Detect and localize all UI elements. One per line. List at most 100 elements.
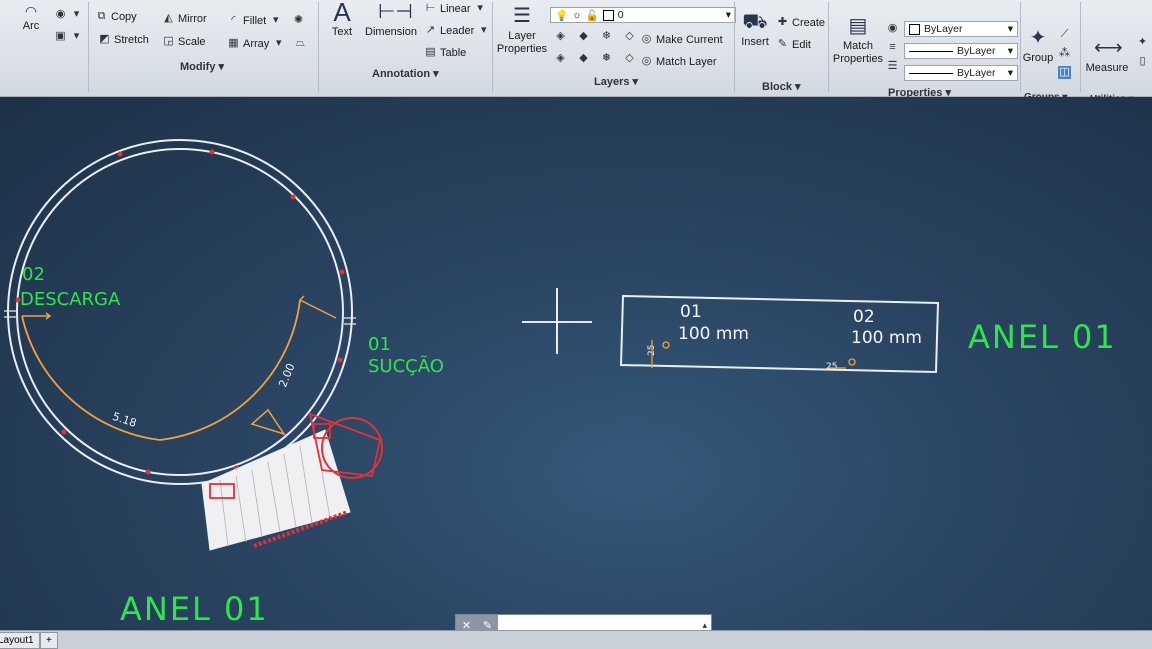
dropdown-icon: ▾ [477, 2, 483, 14]
array-icon: ▦ [228, 37, 239, 49]
label-02-number[interactable]: 02 [22, 264, 45, 285]
measure-icon: ⟷ [1094, 37, 1123, 59]
scale-button[interactable]: ◲ Scale [162, 35, 205, 48]
arc-icon: ◠ [24, 3, 38, 19]
separator [734, 2, 735, 92]
layer-freeze-icon[interactable]: ❄ [600, 30, 613, 43]
layers-stack-icon: ☰ [513, 5, 531, 27]
dimension-button[interactable]: ⊢⊣ Dimension [362, 0, 420, 38]
explode-icon: ✺ [293, 14, 304, 26]
box-02-value[interactable]: 100 mm [851, 328, 922, 348]
explode-button[interactable]: ✺ [292, 14, 305, 27]
drawing-canvas[interactable]: 02 DESCARGA 01 SUCÇÃO 2.00 5.18 01 100 m… [0, 97, 1152, 632]
leader-icon: ↗ [425, 24, 436, 36]
label-descarga[interactable]: DESCARGA [20, 289, 121, 310]
copy-button[interactable]: ⧉ Copy [95, 10, 137, 23]
rectangle-icon: ▣ [55, 30, 66, 42]
group-edit-icon[interactable]: ⁂ [1058, 47, 1071, 60]
drawing-svg[interactable]: 02 DESCARGA 01 SUCÇÃO 2.00 5.18 01 100 m… [0, 97, 1152, 632]
ungroup-icon[interactable]: ⟋ [1058, 28, 1071, 41]
mirror-icon: ◭ [164, 12, 173, 24]
layers-group-label[interactable]: Layers ▾ [594, 75, 638, 88]
tab-layout1[interactable]: Layout1 [0, 632, 40, 649]
layer-merge-icon[interactable]: ◆ [577, 52, 590, 65]
layer-properties-button[interactable]: ☰ Layer Properties [496, 4, 548, 56]
table-button[interactable]: ▤ Table [424, 46, 466, 59]
ring-outer-circle[interactable] [7, 139, 353, 485]
descarga-arc[interactable] [21, 315, 161, 441]
layer-tools-row-1: ◈ ◆ ❄ ◇ [554, 30, 636, 43]
lineweight-icon: ☰ [887, 60, 898, 72]
match-properties-button[interactable]: ▤ Match Properties [832, 14, 884, 66]
stretch-button[interactable]: ◩ Stretch [98, 33, 149, 46]
layer-off-icon[interactable]: ◈ [554, 30, 567, 43]
modify-group-label[interactable]: Modify ▾ [180, 60, 224, 73]
title-anel-bottom[interactable]: ANEL 01 [120, 590, 269, 628]
color-swatch-icon [602, 9, 614, 21]
linetype-dropdown[interactable]: ByLayer ▾ [904, 43, 1018, 59]
layer-walk-icon[interactable]: ◈ [554, 52, 567, 65]
scale-icon: ◲ [163, 35, 174, 47]
linear-button[interactable]: ⊢ Linear ▾ [424, 2, 487, 15]
succao-arc[interactable] [159, 299, 301, 441]
layer-isolate-icon[interactable]: ◆ [577, 30, 590, 43]
eye-icon: ◉ [55, 8, 66, 20]
group-select-icon[interactable]: ◫ [1058, 66, 1071, 79]
bolt-markers [15, 149, 345, 475]
dimension-2-00[interactable]: 2.00 [276, 362, 297, 390]
copy-icon: ⧉ [97, 10, 106, 22]
insert-button[interactable]: ⛟ Insert [738, 10, 772, 48]
add-layout-tab-button[interactable]: + [40, 632, 58, 649]
rect-tool-button[interactable]: ▣ ▾ [54, 30, 83, 43]
edit-block-button[interactable]: ✎ Edit [776, 38, 811, 51]
annotation-group-label[interactable]: Annotation ▾ [372, 67, 439, 80]
block-group-label[interactable]: Block ▾ [762, 80, 801, 93]
label-succao[interactable]: SUCÇÃO [368, 355, 444, 377]
fillet-button[interactable]: ◜ Fillet ▾ [227, 14, 282, 27]
layer-lock-icon[interactable]: ◇ [623, 30, 636, 43]
move-tool-icon-button[interactable]: ◉ ▾ [54, 8, 83, 21]
linear-dim-icon: ⊢ [425, 2, 436, 14]
fillet-icon: ◜ [231, 14, 236, 26]
dropdown-icon: ▾ [481, 24, 487, 36]
sun-icon: ☼ [572, 9, 582, 21]
layer-thaw-icon[interactable]: ❅ [600, 52, 613, 65]
group-button[interactable]: ✦ Group [1022, 26, 1054, 64]
make-current-icon: ◎ [641, 33, 652, 45]
box-02-number[interactable]: 02 [853, 307, 875, 327]
dropdown-icon: ▾ [73, 30, 80, 42]
dimension-5-18[interactable]: 5.18 [111, 410, 138, 430]
status-bar: Layout1 + [0, 630, 1152, 649]
separator [1020, 2, 1021, 92]
title-anel-right[interactable]: ANEL 01 [968, 318, 1117, 356]
box-01-number[interactable]: 01 [680, 302, 702, 322]
legend-box[interactable]: 01 100 mm 02 100 mm 25 25 [619, 294, 940, 374]
box-01-value[interactable]: 100 mm [678, 324, 749, 344]
layer-unlock-icon[interactable]: ◇ [623, 52, 636, 65]
property-icons: ◉ ≡ ☰ [886, 22, 899, 73]
leader-button[interactable]: ↗ Leader ▾ [424, 24, 490, 37]
color-dropdown[interactable]: ByLayer ▾ [904, 21, 1018, 37]
point-icon[interactable]: ✦ [1136, 36, 1149, 49]
stretch-icon: ◩ [99, 33, 110, 45]
create-block-button[interactable]: ✚ Create [776, 16, 825, 29]
linetype-icon: ≡ [889, 41, 896, 53]
measure-button[interactable]: ⟷ Measure [1084, 36, 1130, 74]
crosshair-cursor-icon [522, 288, 592, 354]
text-button[interactable]: A Text [326, 0, 358, 38]
arc-button[interactable]: ◠ Arc [14, 4, 48, 32]
mirror-button[interactable]: ◭ Mirror [162, 12, 206, 25]
layer-dropdown[interactable]: 💡 ☼ 🔓 0 ▾ [550, 7, 736, 23]
flange-section[interactable] [201, 412, 383, 551]
box-dim-right[interactable]: 25 [826, 362, 837, 372]
lightbulb-icon: 💡 [555, 9, 569, 22]
make-current-button[interactable]: ◎ Make Current [640, 33, 723, 46]
label-01-number[interactable]: 01 [368, 334, 391, 355]
lineweight-dropdown[interactable]: ByLayer ▾ [904, 65, 1018, 81]
offset-button[interactable]: ⏢ [294, 37, 307, 50]
command-history-dropdown-icon[interactable]: ▴ [698, 620, 711, 631]
separator [318, 2, 319, 92]
calculator-icon[interactable]: ▯ [1136, 55, 1149, 68]
match-layer-button[interactable]: ◎ Match Layer [640, 55, 717, 68]
array-button[interactable]: ▦ Array ▾ [227, 37, 285, 50]
